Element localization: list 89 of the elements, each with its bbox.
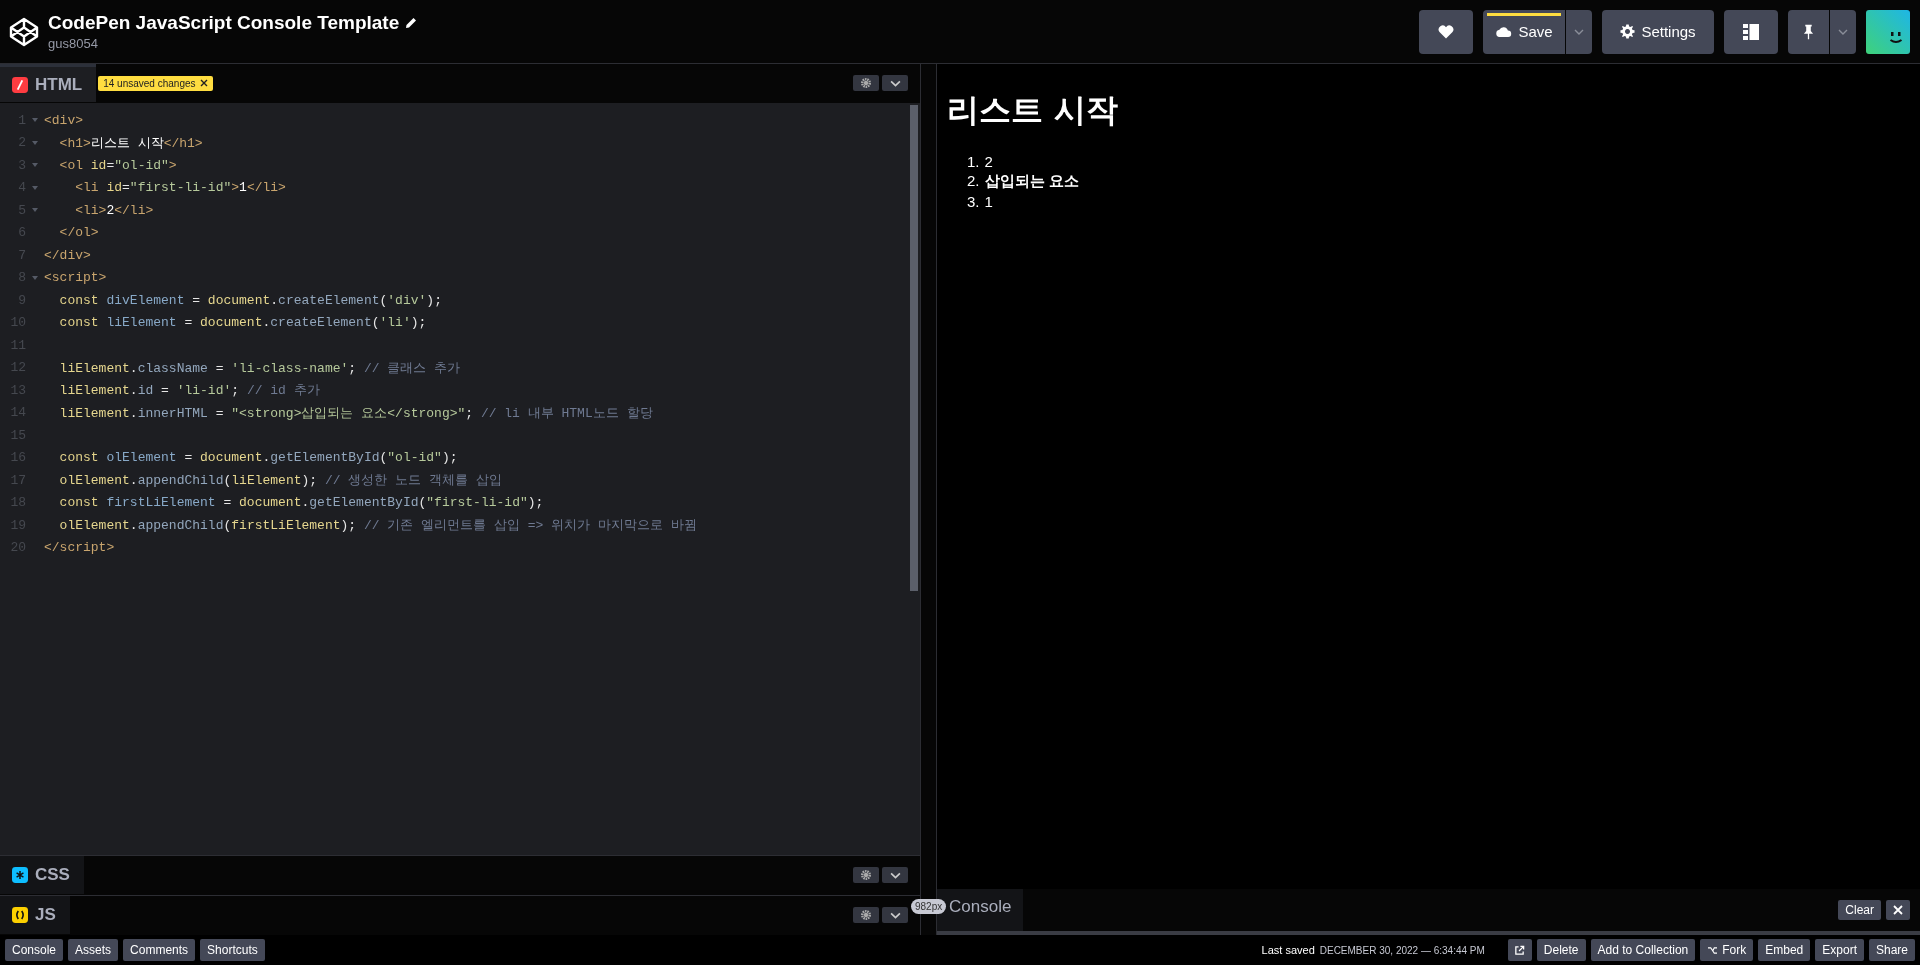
code-line: olElement.appendChild(liElement); // 생성한 노드 객체를 삽입 <box>58 472 502 490</box>
codepen-logo-icon[interactable] <box>8 15 40 48</box>
fold-arrow-icon[interactable] <box>32 208 38 213</box>
expand-button[interactable] <box>882 907 908 923</box>
code-line: liElement.id = 'li-id'; // id 추가 <box>58 382 320 400</box>
settings-button[interactable] <box>853 867 879 883</box>
code-line: <li id="first-li-id">1</li> <box>74 180 286 196</box>
layout-button[interactable] <box>1724 9 1778 54</box>
close-icon <box>1893 905 1903 915</box>
heart-icon <box>1438 24 1454 39</box>
open-external-button[interactable] <box>1507 939 1532 961</box>
gear-icon <box>861 78 871 88</box>
list-number: 1. <box>967 153 980 170</box>
footer-button[interactable]: Shortcuts <box>200 939 265 961</box>
gear-icon <box>861 870 871 880</box>
footer-button[interactable]: Add to Collection <box>1590 939 1696 961</box>
clear-button[interactable]: Clear <box>1838 900 1881 920</box>
footer-button[interactable]: Comments <box>123 939 196 961</box>
pen-title: CodePen JavaScript Console Template <box>48 12 400 34</box>
layout-icon <box>1743 23 1759 40</box>
code-line: <div> <box>44 112 83 128</box>
unsaved-changes-badge[interactable]: 14 unsaved changes <box>98 75 213 91</box>
caret-icon <box>1838 28 1848 35</box>
list-item-text: 삽입되는 요소 <box>984 172 1079 191</box>
code-line: <ol id="ol-id"> <box>58 157 177 173</box>
settings-button[interactable] <box>853 907 879 923</box>
width-badge: 982px <box>911 899 947 914</box>
settings-button[interactable] <box>853 75 879 91</box>
code-line: olElement.appendChild(firstLiElement); // 기존 엘리먼트를 삽입 => 위치가 마지막으로 바뀜 <box>58 517 697 535</box>
gear-icon <box>861 910 871 920</box>
last-saved-time: DECEMBER 30, 2022 — 6:34:44 PM <box>1319 944 1485 956</box>
chevron-down-icon <box>889 911 901 919</box>
save-options-button[interactable] <box>1566 9 1592 54</box>
footer-button[interactable]: Console <box>5 939 64 961</box>
fork-button[interactable]: Fork <box>1700 939 1754 961</box>
fork-icon <box>1707 945 1719 955</box>
last-saved-label: Last saved <box>1261 944 1315 956</box>
code-line: liElement.innerHTML = "<strong>삽입되는 요소</strong>"; // li 내부 HTML노드 할당 <box>58 404 653 422</box>
caret-icon <box>1574 28 1584 35</box>
pencil-icon[interactable] <box>405 17 418 29</box>
cloud-icon <box>1495 26 1513 37</box>
gear-icon <box>1620 24 1636 39</box>
scrollbar-thumb[interactable] <box>910 105 918 591</box>
list-item-text: 2 <box>984 153 993 170</box>
close-button[interactable] <box>1886 900 1910 920</box>
avatar[interactable] <box>1866 9 1910 54</box>
code-line: </script> <box>44 540 115 556</box>
list-item-text: 1 <box>984 193 993 210</box>
chevron-down-icon <box>889 79 901 87</box>
code-line: const liElement = document.createElement('li'); <box>58 315 427 331</box>
chevron-down-icon <box>889 871 901 879</box>
css-icon <box>12 867 28 883</box>
fold-arrow-icon[interactable] <box>32 163 38 168</box>
fold-arrow-icon[interactable] <box>32 275 38 280</box>
preview-heading: 리스트 시작 <box>947 90 1120 131</box>
heart-button[interactable] <box>1419 9 1473 54</box>
code-line: const olElement = document.getElementById("ol-id"); <box>58 450 458 466</box>
settings-button[interactable]: Settings <box>1602 9 1714 54</box>
footer-button[interactable]: Delete <box>1536 939 1586 961</box>
close-icon[interactable] <box>199 79 208 87</box>
code-line: <h1>리스트 시작</h1> <box>58 134 203 152</box>
fold-arrow-icon[interactable] <box>32 118 38 123</box>
footer-button[interactable]: Assets <box>68 939 119 961</box>
expand-button[interactable] <box>882 867 908 883</box>
code-line: </div> <box>44 247 91 263</box>
username[interactable]: gus8054 <box>48 36 418 51</box>
pin-icon <box>1803 23 1814 40</box>
list-number: 3. <box>967 193 980 210</box>
js-tab[interactable]: JS <box>0 896 70 934</box>
css-tab[interactable]: CSS <box>0 856 84 894</box>
footer-button[interactable]: Export <box>1815 939 1864 961</box>
code-line: <script> <box>44 270 107 286</box>
code-line: const divElement = document.createElement('div'); <box>58 292 442 308</box>
code-line: liElement.className = 'li-class-name'; // 클래스 추가 <box>58 359 461 377</box>
code-line: <li>2</li> <box>74 202 154 218</box>
fold-arrow-icon[interactable] <box>32 185 38 190</box>
js-icon <box>12 907 28 923</box>
footer-button[interactable]: Share <box>1868 939 1915 961</box>
html-icon <box>12 76 28 93</box>
external-link-icon <box>1514 944 1526 956</box>
footer-button[interactable]: Embed <box>1758 939 1811 961</box>
code-line: const firstLiElement = document.getElementById("first-li-id"); <box>58 495 544 511</box>
collapse-button[interactable] <box>882 75 908 91</box>
html-tab[interactable]: HTML <box>0 64 97 102</box>
save-button[interactable]: Save <box>1483 9 1565 54</box>
code-line: </ol> <box>58 225 99 241</box>
pin-button[interactable] <box>1788 9 1829 54</box>
list-number: 2. <box>967 172 980 191</box>
fold-arrow-icon[interactable] <box>32 140 38 145</box>
